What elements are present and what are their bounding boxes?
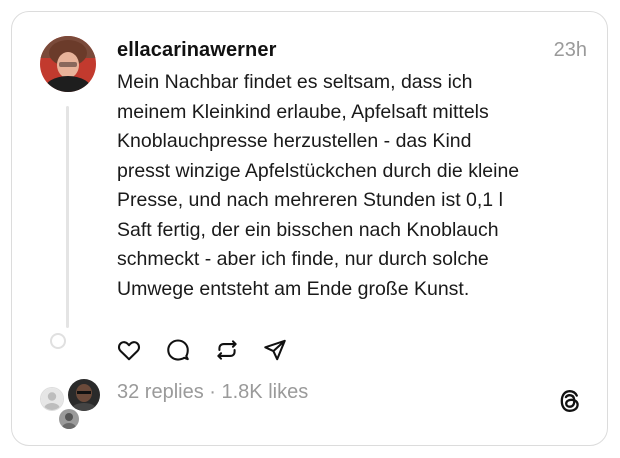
author-username[interactable]: ellacarinawerner bbox=[117, 39, 276, 62]
likes-count[interactable]: 1.8K likes bbox=[222, 381, 309, 403]
author-avatar[interactable] bbox=[40, 36, 96, 92]
stats-separator: · bbox=[203, 381, 222, 403]
post-text-line: Knoblauchpresse herzustellen - das Kind bbox=[117, 130, 472, 152]
post-timestamp: 23h bbox=[553, 39, 587, 61]
heart-icon[interactable] bbox=[116, 337, 142, 363]
thread-end-ring bbox=[50, 333, 66, 349]
engagement-stats: 32 replies · 1.8K likes bbox=[117, 381, 308, 404]
post-text: Mein Nachbar findet es seltsam, dass ich… bbox=[117, 68, 587, 304]
thread-line bbox=[66, 106, 69, 328]
repost-icon[interactable] bbox=[214, 337, 240, 363]
post-text-line: Umwege entsteht am Ende große Kunst. bbox=[117, 277, 470, 300]
post-text-line: Saft fertig, der ein bisschen nach Knobl… bbox=[117, 218, 499, 241]
share-icon[interactable] bbox=[262, 337, 288, 363]
post-text-line: Presse, und nach mehreren Stunden ist 0,… bbox=[117, 189, 503, 211]
replies-count[interactable]: 32 replies bbox=[117, 381, 204, 403]
replier-avatar[interactable] bbox=[58, 408, 80, 430]
replier-avatar[interactable] bbox=[40, 387, 64, 411]
threads-logo-icon[interactable] bbox=[556, 387, 584, 415]
post-text-line: meinem Kleinkind erlaube, Apfelsaft mitt… bbox=[117, 100, 489, 123]
post-text-line: schmeckt - aber ich finde, nur durch sol… bbox=[117, 248, 489, 270]
comment-icon[interactable] bbox=[165, 337, 191, 363]
post-text-line: Mein Nachbar findet es seltsam, dass ich bbox=[117, 71, 473, 93]
post-text-line: presst winzige Apfelstückchen durch die … bbox=[117, 159, 520, 182]
